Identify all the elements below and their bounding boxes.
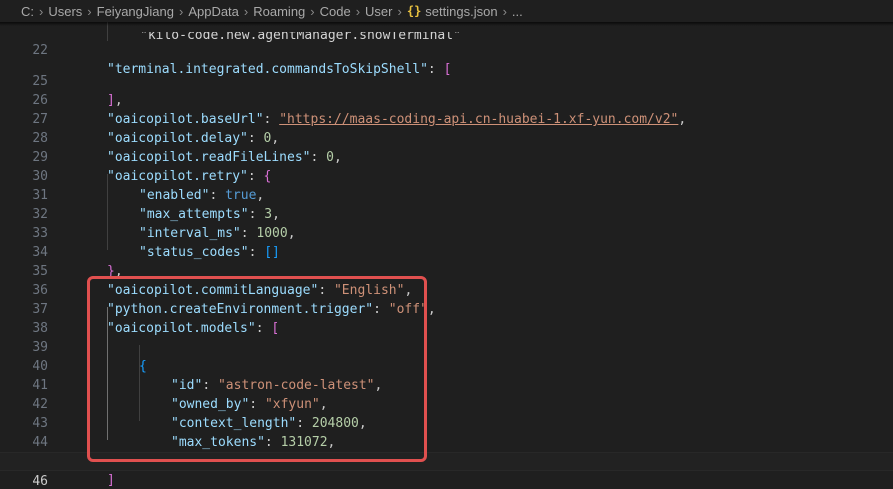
breadcrumb-list: C: › Users › FeiyangJiang › AppData › Ro… bbox=[0, 4, 523, 19]
chevron-right-icon: › bbox=[310, 3, 315, 19]
code-line[interactable]: 43 "max_tokens": 131072, bbox=[0, 395, 893, 450]
json-braces-icon: {} bbox=[406, 4, 422, 18]
code-line[interactable]: 28 "oaicopilot.readFileLines": 0, bbox=[0, 110, 893, 165]
chevron-right-icon: › bbox=[87, 3, 92, 19]
code-line-current[interactable]: 46 } bbox=[0, 452, 893, 489]
code-line[interactable]: 25 ], bbox=[0, 53, 893, 108]
json-bracket: ] bbox=[107, 473, 115, 488]
code-line[interactable]: 37 "oaicopilot.models": [ bbox=[0, 281, 893, 336]
chevron-right-icon: › bbox=[243, 3, 249, 19]
breadcrumb-item-roaming[interactable]: Roaming bbox=[253, 4, 305, 19]
scroll-shadow bbox=[0, 22, 893, 26]
breadcrumb-item-symbols[interactable]: ... bbox=[512, 4, 523, 19]
code-line[interactable]: 40 "id": "astron-code-latest", bbox=[0, 338, 893, 393]
code-line[interactable]: 44 } bbox=[0, 414, 893, 469]
code-line[interactable]: 35 "oaicopilot.commitLanguage": "English… bbox=[0, 243, 893, 298]
code-line[interactable]: 38 bbox=[0, 300, 893, 336]
code-line[interactable]: 33 "status_codes": [] bbox=[0, 205, 893, 260]
code-line[interactable]: 32 "interval_ms": 1000, bbox=[0, 186, 893, 241]
obscured-code-text: "kilo-code.new.agentManager.showTerminal… bbox=[140, 32, 461, 43]
chevron-right-icon: › bbox=[178, 3, 184, 19]
code-editor[interactable]: C: › Users › FeiyangJiang › AppData › Ro… bbox=[0, 0, 893, 489]
code-line[interactable]: 42 "context_length": 204800, bbox=[0, 376, 893, 431]
code-line[interactable]: 31 "max_attempts": 3, bbox=[0, 167, 893, 222]
breadcrumb: C: › Users › FeiyangJiang › AppData › Ro… bbox=[0, 0, 893, 22]
chevron-right-icon: › bbox=[355, 3, 361, 19]
code-line[interactable]: 24 "kilo-code.new.agentManager.showTermi… bbox=[0, 32, 893, 46]
breadcrumb-item-code[interactable]: Code bbox=[320, 4, 351, 19]
code-area[interactable]: 22 "terminal.integrated.commandsToSkipSh… bbox=[0, 22, 893, 489]
chevron-right-icon: › bbox=[502, 3, 507, 19]
code-line[interactable]: 30 "enabled": true, bbox=[0, 148, 893, 203]
chevron-right-icon: › bbox=[39, 3, 44, 19]
breadcrumb-item-file[interactable]: settings.json bbox=[425, 4, 497, 19]
breadcrumb-item-users[interactable]: Users bbox=[48, 4, 82, 19]
code-line[interactable]: 36 "python.createEnvironment.trigger": "… bbox=[0, 262, 893, 317]
code-line[interactable]: 39 { bbox=[0, 319, 893, 374]
code-line[interactable]: 27 "oaicopilot.delay": 0, bbox=[0, 91, 893, 146]
chevron-right-icon: › bbox=[397, 3, 402, 19]
breadcrumb-item-user[interactable]: User bbox=[365, 4, 392, 19]
code-line[interactable]: 29 "oaicopilot.retry": { bbox=[0, 129, 893, 184]
line-number: 46 bbox=[32, 474, 48, 489]
breadcrumb-item-drive[interactable]: C: bbox=[21, 4, 34, 19]
code-line[interactable]: 26 "oaicopilot.baseUrl": "https://maas-c… bbox=[0, 72, 893, 127]
breadcrumb-item-user-folder[interactable]: FeiyangJiang bbox=[97, 4, 174, 19]
breadcrumb-item-appdata[interactable]: AppData bbox=[188, 4, 239, 19]
code-line[interactable]: 34 }, bbox=[0, 224, 893, 279]
code-line[interactable]: 41 "owned_by": "xfyun", bbox=[0, 357, 893, 412]
code-line[interactable]: 45 ] bbox=[0, 433, 893, 488]
